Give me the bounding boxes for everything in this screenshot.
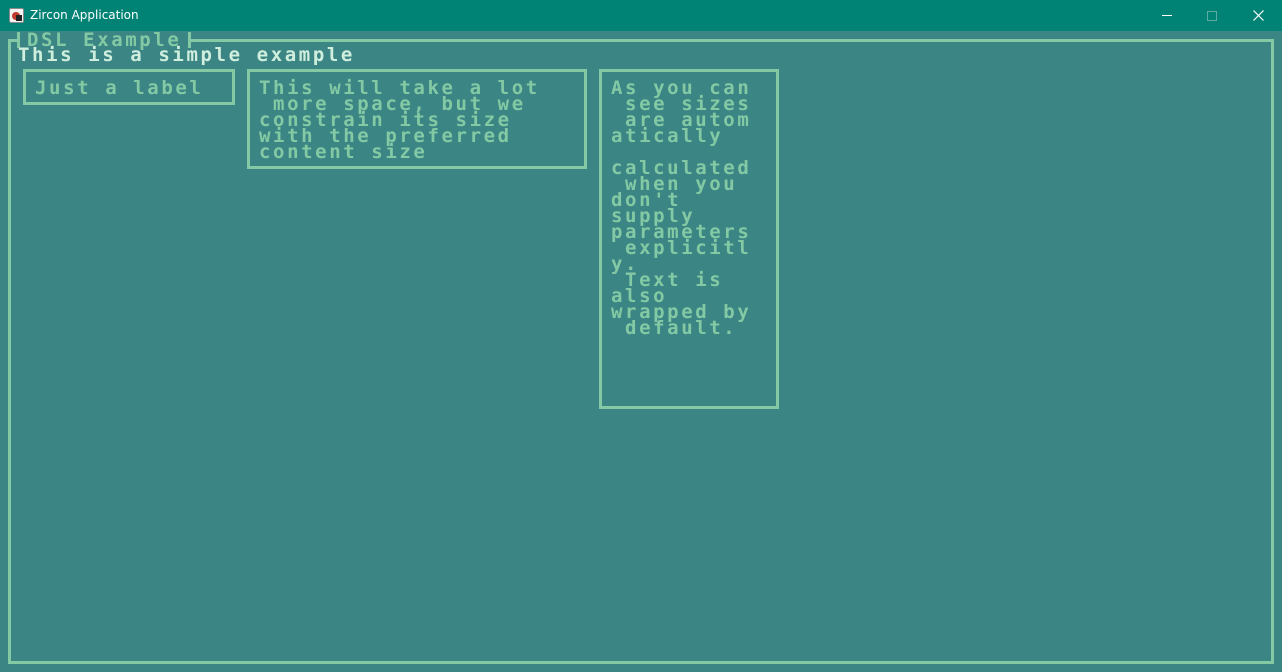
constrained-text: This will take a lot more space, but we …	[259, 77, 540, 163]
maximize-icon	[1207, 10, 1217, 21]
auto-sized-text-box: As you can see sizes are autom atically …	[599, 69, 779, 409]
terminal-canvas: DSL Example This is a simple example Jus…	[0, 31, 1282, 672]
minimize-icon	[1162, 15, 1172, 16]
window-titlebar[interactable]: Zircon Application	[0, 0, 1282, 31]
simple-label: Just a label	[35, 77, 204, 99]
header-label: This is a simple example	[18, 44, 355, 66]
close-icon	[1252, 10, 1264, 21]
constrained-text-box: This will take a lot more space, but we …	[247, 69, 587, 169]
auto-sized-text: As you can see sizes are autom atically …	[611, 77, 752, 339]
window-title: Zircon Application	[30, 8, 139, 22]
minimize-button[interactable]	[1144, 0, 1190, 31]
simple-label-box: Just a label	[23, 69, 235, 105]
close-button[interactable]	[1235, 0, 1281, 31]
maximize-button[interactable]	[1189, 0, 1235, 31]
zircon-app-icon	[9, 8, 24, 23]
